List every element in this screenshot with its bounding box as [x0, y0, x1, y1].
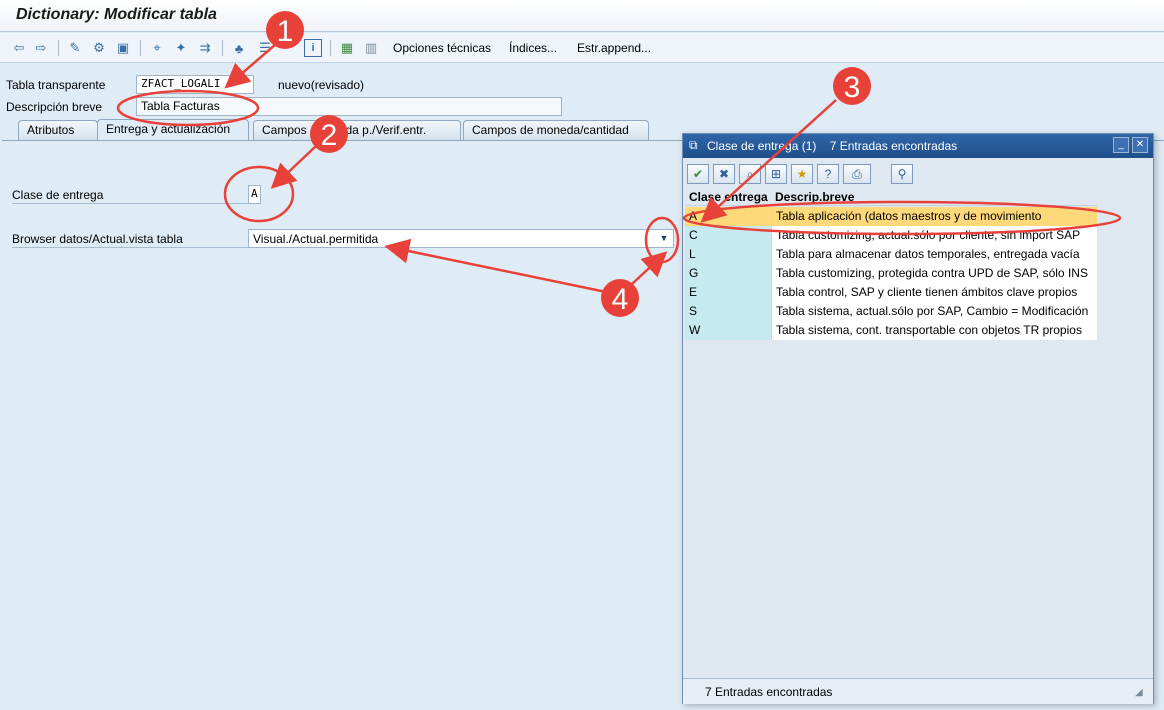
table-name-field[interactable]: ZFACT_LOGALI [136, 75, 254, 94]
annotation-number-3: 3 [844, 71, 861, 104]
chevron-down-icon[interactable]: ▼ [657, 232, 671, 245]
application-toolbar: ⇦ ⇨ ✎ ⚙ ▣ ⌖ ✦ ⇉ ♣ ☰ i ▦ ▥ Opciones técni… [0, 33, 1164, 63]
data-browser-underline [12, 247, 248, 248]
toolbar-separator [140, 40, 141, 56]
info-icon[interactable]: i [304, 39, 322, 57]
delivery-class-code: S [685, 302, 771, 321]
other-object-icon[interactable]: ⚙ [90, 39, 108, 57]
delivery-class-description: Tabla aplicación (datos maestros y de mo… [771, 207, 1097, 226]
dialog-title-bar: ⧉ Clase de entrega (1) 7 Entradas encont… [683, 134, 1153, 158]
short-description-field[interactable]: Tabla Facturas [136, 97, 562, 116]
value-list-row[interactable]: C Tabla customizing, actual.sólo por clie… [685, 226, 1097, 245]
find-icon[interactable]: ⌕ [739, 164, 761, 184]
layout-icon[interactable]: ▦ [338, 39, 356, 57]
tab-attributes[interactable]: Atributos [18, 120, 98, 140]
tab-delivery-maintenance[interactable]: Entrega y actualización [97, 119, 249, 140]
where-used-icon[interactable]: ⌖ [148, 39, 166, 57]
minimize-icon[interactable]: _ [1113, 137, 1129, 153]
print-icon[interactable]: ⎙ [843, 164, 871, 184]
dialog-toolbar: ✔ ✖ ⌕ ⊞ ★ ? ⎙ ⚲ [685, 162, 1151, 186]
column-header-description[interactable]: Descrip.breve [775, 190, 854, 204]
confirm-check-icon[interactable]: ✔ [687, 164, 709, 184]
delivery-class-code: C [685, 226, 771, 245]
delivery-class-field[interactable]: A [248, 185, 261, 204]
dialog-window-icon: ⧉ [689, 138, 698, 152]
delivery-class-label: Clase de entrega [12, 188, 104, 202]
delivery-class-description: Tabla customizing, actual.sólo por clien… [771, 226, 1097, 245]
delivery-class-code: E [685, 283, 771, 302]
value-list-row[interactable]: E Tabla control, SAP y cliente tienen ámb… [685, 283, 1097, 302]
window-title: Dictionary: Modificar tabla [16, 6, 217, 23]
delivery-class-description: Tabla customizing, protegida contra UPD … [771, 264, 1097, 283]
delivery-class-code: G [685, 264, 771, 283]
toolbar-separator [58, 40, 59, 56]
value-list-row[interactable]: S Tabla sistema, actual.sólo por SAP, Cam… [685, 302, 1097, 321]
resize-grip-icon[interactable]: ◢ [1135, 687, 1143, 698]
toolbar-separator [222, 40, 223, 56]
delivery-class-description: Tabla control, SAP y cliente tienen ámbi… [771, 283, 1097, 302]
display-change-icon[interactable]: ✎ [66, 39, 84, 57]
dialog-entries-found: 7 Entradas encontradas [829, 139, 958, 153]
table-grid-icon[interactable]: ▥ [362, 39, 380, 57]
forward-arrow-icon[interactable]: ⇨ [32, 39, 50, 57]
cancel-icon[interactable]: ✖ [713, 164, 735, 184]
delivery-class-code: W [685, 321, 771, 340]
value-list-grid: Clase entrega Descrip.breve A Tabla aplic… [685, 188, 1151, 678]
dialog-title-text: Clase de entrega (1) [707, 139, 817, 153]
delivery-class-description: Tabla sistema, cont. transportable con o… [771, 321, 1097, 340]
value-list-row[interactable]: W Tabla sistema, cont. transportable con … [685, 321, 1097, 340]
indexes-button[interactable]: Índices... [509, 41, 557, 55]
data-browser-label: Browser datos/Actual.vista tabla [12, 232, 183, 246]
delivery-class-underline [12, 203, 248, 204]
delivery-class-description: Tabla para almacenar datos temporales, e… [771, 245, 1097, 264]
append-structure-button[interactable]: Estr.append... [577, 41, 651, 55]
toolbar-separator [330, 40, 331, 56]
delivery-class-description: Tabla sistema, actual.sólo por SAP, Camb… [771, 302, 1097, 321]
activate-icon[interactable]: ▣ [114, 39, 132, 57]
find-next-icon[interactable]: ⊞ [765, 164, 787, 184]
table-status-text: nuevo(revisado) [278, 78, 365, 92]
table-type-label: Tabla transparente [6, 78, 106, 92]
hierarchy-icon[interactable]: ♣ [230, 39, 248, 57]
annotation-badge-3 [833, 67, 871, 105]
back-arrow-icon[interactable]: ⇦ [10, 39, 28, 57]
navigation-icon[interactable]: ⇉ [196, 39, 214, 57]
value-help-dialog: ⧉ Clase de entrega (1) 7 Entradas encont… [682, 133, 1154, 704]
tab-currency-quantity[interactable]: Campos de moneda/cantidad [463, 120, 649, 140]
dialog-title: Clase de entrega (1) 7 Entradas encontra… [707, 139, 957, 153]
tab-fields[interactable]: Campos [253, 120, 319, 140]
favorites-icon[interactable]: ★ [791, 164, 813, 184]
dialog-status-text: 7 Entradas encontradas [705, 685, 833, 699]
column-header-delivery-class[interactable]: Clase entrega [689, 190, 768, 204]
tab-input-help[interactable]: Ayuda p./Verif.entr. [316, 120, 461, 140]
data-browser-value: Visual./Actual.permitida [253, 232, 379, 246]
value-list-row[interactable]: G Tabla customizing, protegida contra UPD… [685, 264, 1097, 283]
technical-options-button[interactable]: Opciones técnicas [393, 41, 491, 55]
value-list-row[interactable]: A Tabla aplicación (datos maestros y de m… [685, 207, 1097, 226]
delivery-class-code: L [685, 245, 771, 264]
short-description-label: Descripción breve [6, 100, 103, 114]
help-icon[interactable]: ? [817, 164, 839, 184]
dialog-status-bar: 7 Entradas encontradas ◢ [683, 678, 1153, 704]
value-list-row[interactable]: L Tabla para almacenar datos temporales, … [685, 245, 1097, 264]
delivery-class-code: A [685, 207, 771, 226]
filter-icon[interactable]: ⚲ [891, 164, 913, 184]
object-list-icon[interactable]: ✦ [172, 39, 190, 57]
title-bar: Dictionary: Modificar tabla [0, 0, 1164, 32]
list-icon[interactable]: ☰ [256, 39, 274, 57]
data-browser-dropdown[interactable]: Visual./Actual.permitida ▼ [248, 229, 674, 248]
grid-header: Clase entrega Descrip.breve [685, 188, 1097, 206]
close-icon[interactable]: ✕ [1132, 137, 1148, 153]
